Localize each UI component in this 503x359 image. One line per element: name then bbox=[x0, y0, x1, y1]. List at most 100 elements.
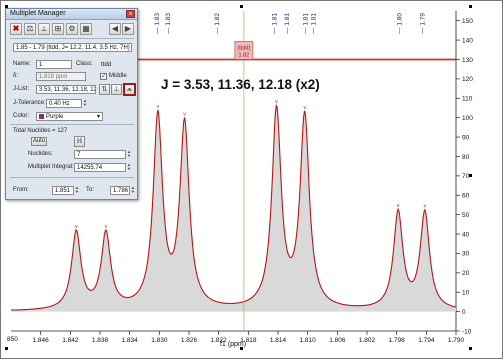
peak-label: — 1.81 bbox=[271, 13, 278, 34]
peak-label: — 1.83 bbox=[165, 13, 172, 34]
nuclides-spinner[interactable]: ▲ ▼ bbox=[126, 150, 132, 159]
close-icon[interactable]: × bbox=[126, 10, 135, 18]
y-tick-label: 10 bbox=[462, 290, 470, 297]
color-swatch bbox=[39, 113, 44, 119]
x-tick-label: 1.794 bbox=[418, 337, 435, 344]
peak-marker: v bbox=[275, 99, 278, 105]
from-spinner[interactable]: ▲ ▼ bbox=[74, 186, 80, 195]
jlist-label: J-List: bbox=[13, 86, 30, 92]
y-tick-label: 30 bbox=[462, 251, 470, 258]
y-tick-label: 40 bbox=[462, 231, 470, 238]
y-tick-label: 140 bbox=[462, 37, 473, 44]
merge-button[interactable]: ⊞ bbox=[52, 23, 64, 35]
y-tick-label: 80 bbox=[462, 154, 470, 161]
nuclides-field[interactable]: 7 bbox=[74, 150, 126, 159]
class-field[interactable]: ttdd bbox=[98, 60, 131, 69]
name-field[interactable]: 1 bbox=[36, 60, 72, 69]
jtolerance-spinner[interactable]: ▲ ▼ bbox=[82, 99, 88, 108]
jlist-edit-button[interactable]: ⇅ bbox=[99, 84, 110, 95]
peak-label: — 1.81 bbox=[311, 13, 318, 34]
peak-label: — 1.80 bbox=[397, 13, 404, 34]
x-tick-label: 1.838 bbox=[92, 337, 109, 344]
to-label: To: bbox=[86, 187, 95, 193]
peak-label-group: — 1.83— 1.83— 1.82— 1.81— 1.81— 1.81— 1.… bbox=[154, 13, 427, 34]
x-axis-label: f1 (ppm) bbox=[220, 341, 246, 348]
jlist-field[interactable]: 3.53, 11.36, 12.18, 12.1 bbox=[36, 85, 96, 94]
x-tick-label: 1.834 bbox=[122, 337, 139, 344]
report-button[interactable]: ▦ bbox=[80, 23, 92, 35]
y-tick-label: 150 bbox=[462, 18, 473, 25]
divider bbox=[10, 177, 134, 178]
delta-field[interactable]: 1.819 ppm bbox=[36, 72, 86, 81]
peak-marker: v bbox=[75, 224, 78, 230]
peak-label: — 1.81 bbox=[302, 13, 309, 34]
jtree-highlighted-button[interactable]: ⩕ bbox=[123, 83, 136, 96]
to-field[interactable]: 1.786 bbox=[110, 186, 130, 195]
multiplet-range-field[interactable]: 1.85 - 1.79 (ttdd, J= 12.2, 11.4, 3.5 Hz… bbox=[13, 43, 132, 52]
multiplet-box-class: (ttdd) bbox=[237, 45, 250, 51]
x-tick-label: 1.810 bbox=[300, 337, 317, 344]
middle-checkbox[interactable]: ✓ bbox=[100, 73, 107, 80]
y-tick-label: 50 bbox=[462, 212, 470, 219]
auto-button[interactable]: Auto bbox=[31, 137, 47, 146]
y-tick-label: -10 bbox=[462, 328, 472, 335]
peak-label: — 1.79 bbox=[420, 13, 427, 34]
class-label: Class: bbox=[76, 61, 93, 67]
y-tick-label: 20 bbox=[462, 270, 470, 277]
peak-marker: v bbox=[157, 104, 160, 110]
multiplet-manager-dialog[interactable]: Multiplet Manager × ✖ ⚖ ⟂ ⊞ ⚙ ▦ ◀ ▶ 1.85… bbox=[5, 8, 138, 200]
chevron-down-icon: ▾ bbox=[96, 114, 100, 120]
x-tick-label: 1.846 bbox=[33, 337, 50, 344]
jlist-tree-button[interactable]: ⊥ bbox=[111, 84, 122, 95]
color-select[interactable]: Purple ▾ bbox=[36, 112, 103, 121]
spectrum-canvas[interactable]: 1.846 1.842 1.838 1.834 1.830 1.826 1.822 1.818… bbox=[0, 0, 503, 359]
peak-label: — 1.81 bbox=[284, 13, 291, 34]
y-tick-label: 90 bbox=[462, 134, 470, 141]
x-tick-label: 1.842 bbox=[62, 337, 79, 344]
previous-multiplet-button[interactable]: ◀ bbox=[109, 23, 121, 35]
delete-multiplet-button[interactable]: ✖ bbox=[10, 23, 22, 35]
y-tick-label: 100 bbox=[462, 115, 473, 122]
divider bbox=[10, 124, 134, 125]
jtolerance-field[interactable]: 0.40 Hz bbox=[46, 99, 82, 108]
next-multiplet-button[interactable]: ▶ bbox=[122, 23, 134, 35]
apply-button[interactable]: ⚖ bbox=[24, 23, 36, 35]
dialog-title: Multiplet Manager bbox=[10, 10, 66, 17]
y-tick-label: 0 bbox=[462, 309, 466, 316]
peak-marker: v bbox=[183, 112, 186, 118]
integral-spinner[interactable]: ▲ ▼ bbox=[126, 163, 132, 172]
peak-label: — 1.83 bbox=[154, 13, 161, 34]
multiplet-settings-button[interactable]: ⚙ bbox=[66, 23, 78, 35]
nuclides-label: Nuclides: bbox=[28, 151, 53, 157]
y-tick-label: 110 bbox=[462, 96, 473, 103]
divider bbox=[10, 38, 134, 39]
peak-marker: v bbox=[424, 204, 427, 210]
multiplet-integral-field[interactable]: 14255.74 bbox=[74, 163, 126, 172]
x-tick-group: 1.846 1.842 1.838 1.834 1.830 1.826 1.822 1.818… bbox=[33, 331, 465, 344]
split-button[interactable]: ⟂ bbox=[38, 23, 50, 35]
x-tick-label: 1.802 bbox=[359, 337, 376, 344]
x-tick-label: 1.806 bbox=[329, 337, 346, 344]
dialog-title-bar[interactable]: Multiplet Manager × bbox=[6, 9, 137, 20]
x-tick-label: 1.814 bbox=[270, 337, 287, 344]
x-tick-label: 1.790 bbox=[448, 337, 465, 344]
jtolerance-label: J-Tolerance: bbox=[13, 100, 46, 106]
total-nuclides: Total Nuclides = 127 bbox=[13, 128, 68, 134]
multiplet-box-shift: 1.82 bbox=[239, 52, 250, 58]
x-tick-label: 1.826 bbox=[181, 337, 198, 344]
nuclide-icon-button[interactable]: ℍ bbox=[74, 136, 85, 147]
x-axis-edge-label: 850 bbox=[7, 336, 18, 343]
peak-marker: v bbox=[397, 203, 400, 209]
color-label: Color: bbox=[13, 113, 30, 119]
j-coupling-annotation: J = 3.53, 11.36, 12.18 (x2) bbox=[161, 77, 320, 92]
x-tick-label: 1.798 bbox=[389, 337, 406, 344]
to-spinner[interactable]: ▲ ▼ bbox=[130, 186, 136, 195]
peak-label: — 1.82 bbox=[214, 13, 221, 34]
from-field[interactable]: 1.851 bbox=[52, 186, 74, 195]
peak-marker: v bbox=[303, 105, 306, 111]
delta-label: δ: bbox=[13, 73, 19, 79]
multiplet-integral-label: Multiplet Integral: bbox=[28, 164, 74, 170]
name-label: Name: bbox=[13, 61, 31, 67]
middle-label: Middle bbox=[109, 73, 127, 79]
y-tick-label: 70 bbox=[462, 173, 470, 180]
